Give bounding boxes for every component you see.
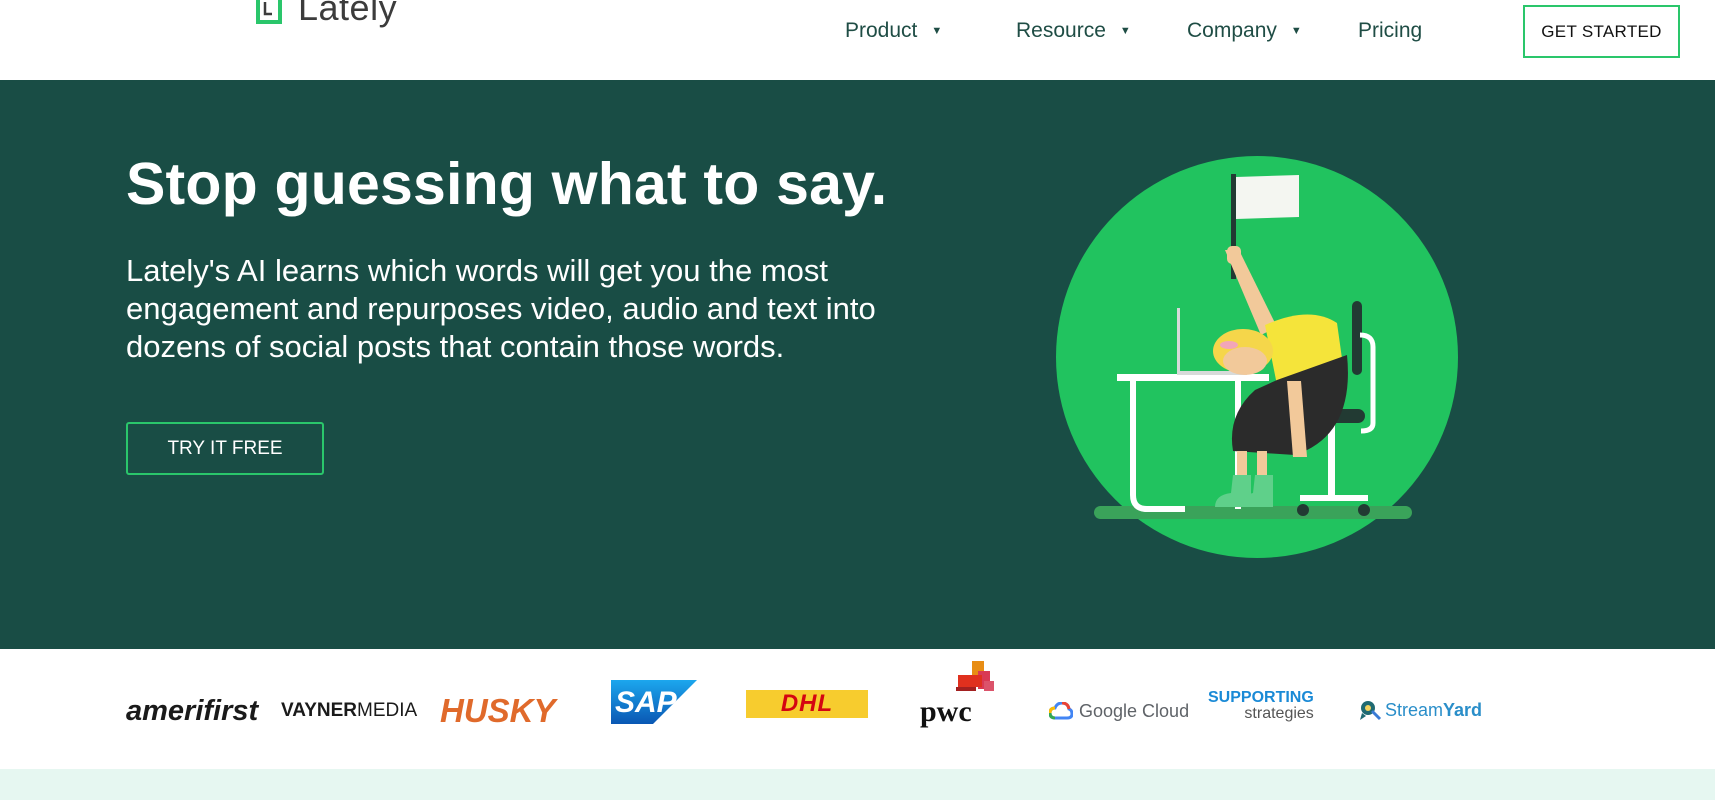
logo-amerifirst-text: amerifirst bbox=[126, 694, 259, 727]
logo-vayner-text: VAYNER bbox=[281, 700, 358, 721]
logo-supporting-strategies: SUPPORTING strategies bbox=[1208, 689, 1314, 729]
nav-resource-label: Resource bbox=[1016, 19, 1106, 42]
nav-resource[interactable]: Resource ▼ bbox=[1016, 17, 1131, 45]
logo-sap-text: SAP bbox=[615, 686, 677, 719]
logo-husky: HUSKY bbox=[440, 689, 556, 733]
logo-stream-text: Stream bbox=[1385, 699, 1444, 720]
google-cloud-icon bbox=[1048, 701, 1074, 720]
logo-yard-text: Yard bbox=[1443, 699, 1483, 720]
lately-logo-icon bbox=[256, 0, 286, 26]
streamyard-icon bbox=[1358, 699, 1382, 721]
nav-product-label: Product bbox=[845, 19, 918, 42]
logo-wordmark: Lately bbox=[298, 0, 398, 28]
logo-vaynermedia: VAYNER MEDIA bbox=[281, 694, 417, 728]
nav-pricing[interactable]: Pricing bbox=[1358, 17, 1422, 45]
hero-section: Stop guessing what to say. Lately's AI l… bbox=[0, 80, 1715, 649]
nav-company[interactable]: Company ▼ bbox=[1187, 17, 1302, 45]
logo-pwc-text: pwc bbox=[920, 695, 972, 728]
top-navigation-bar: Lately Product ▼ Resource ▼ Company ▼ Pr… bbox=[0, 0, 1715, 80]
hero-headline: Stop guessing what to say. bbox=[126, 151, 888, 217]
logo-google-cloud: Google Cloud bbox=[1048, 696, 1190, 726]
logo-strategies-text: strategies bbox=[1244, 705, 1314, 722]
logo-google-cloud-text: Google Cloud bbox=[1079, 700, 1190, 721]
logo-supporting-text: SUPPORTING bbox=[1208, 689, 1314, 706]
try-it-free-button[interactable]: TRY IT FREE bbox=[126, 422, 324, 475]
logo-pwc: pwc bbox=[920, 661, 1000, 731]
logo-dhl: DHL bbox=[746, 690, 868, 718]
nav-pricing-label: Pricing bbox=[1358, 19, 1423, 42]
caret-down-icon: ▼ bbox=[1290, 25, 1302, 37]
logo-husky-text: HUSKY bbox=[440, 692, 556, 729]
get-started-button[interactable]: GET STARTED bbox=[1523, 5, 1680, 58]
customer-logos-row: amerifirst VAYNER MEDIA HUSKY SAP DHL pw… bbox=[0, 649, 1715, 769]
logo-streamyard: Stream Yard bbox=[1358, 695, 1482, 725]
next-section-strip bbox=[0, 769, 1715, 800]
caret-down-icon: ▼ bbox=[931, 25, 943, 37]
hero-description: Lately's AI learns which words will get … bbox=[126, 253, 876, 364]
logo-sap: SAP bbox=[611, 680, 697, 724]
caret-down-icon: ▼ bbox=[1119, 25, 1131, 37]
logo-dhl-text: DHL bbox=[780, 690, 834, 717]
nav-product[interactable]: Product ▼ bbox=[845, 17, 942, 45]
logo-amerifirst: amerifirst bbox=[126, 689, 258, 733]
logo-media-text: MEDIA bbox=[357, 700, 418, 721]
lately-logo[interactable]: Lately bbox=[256, 0, 397, 30]
woman-desk-flag-illustration bbox=[1055, 155, 1459, 559]
nav-company-label: Company bbox=[1187, 19, 1277, 42]
